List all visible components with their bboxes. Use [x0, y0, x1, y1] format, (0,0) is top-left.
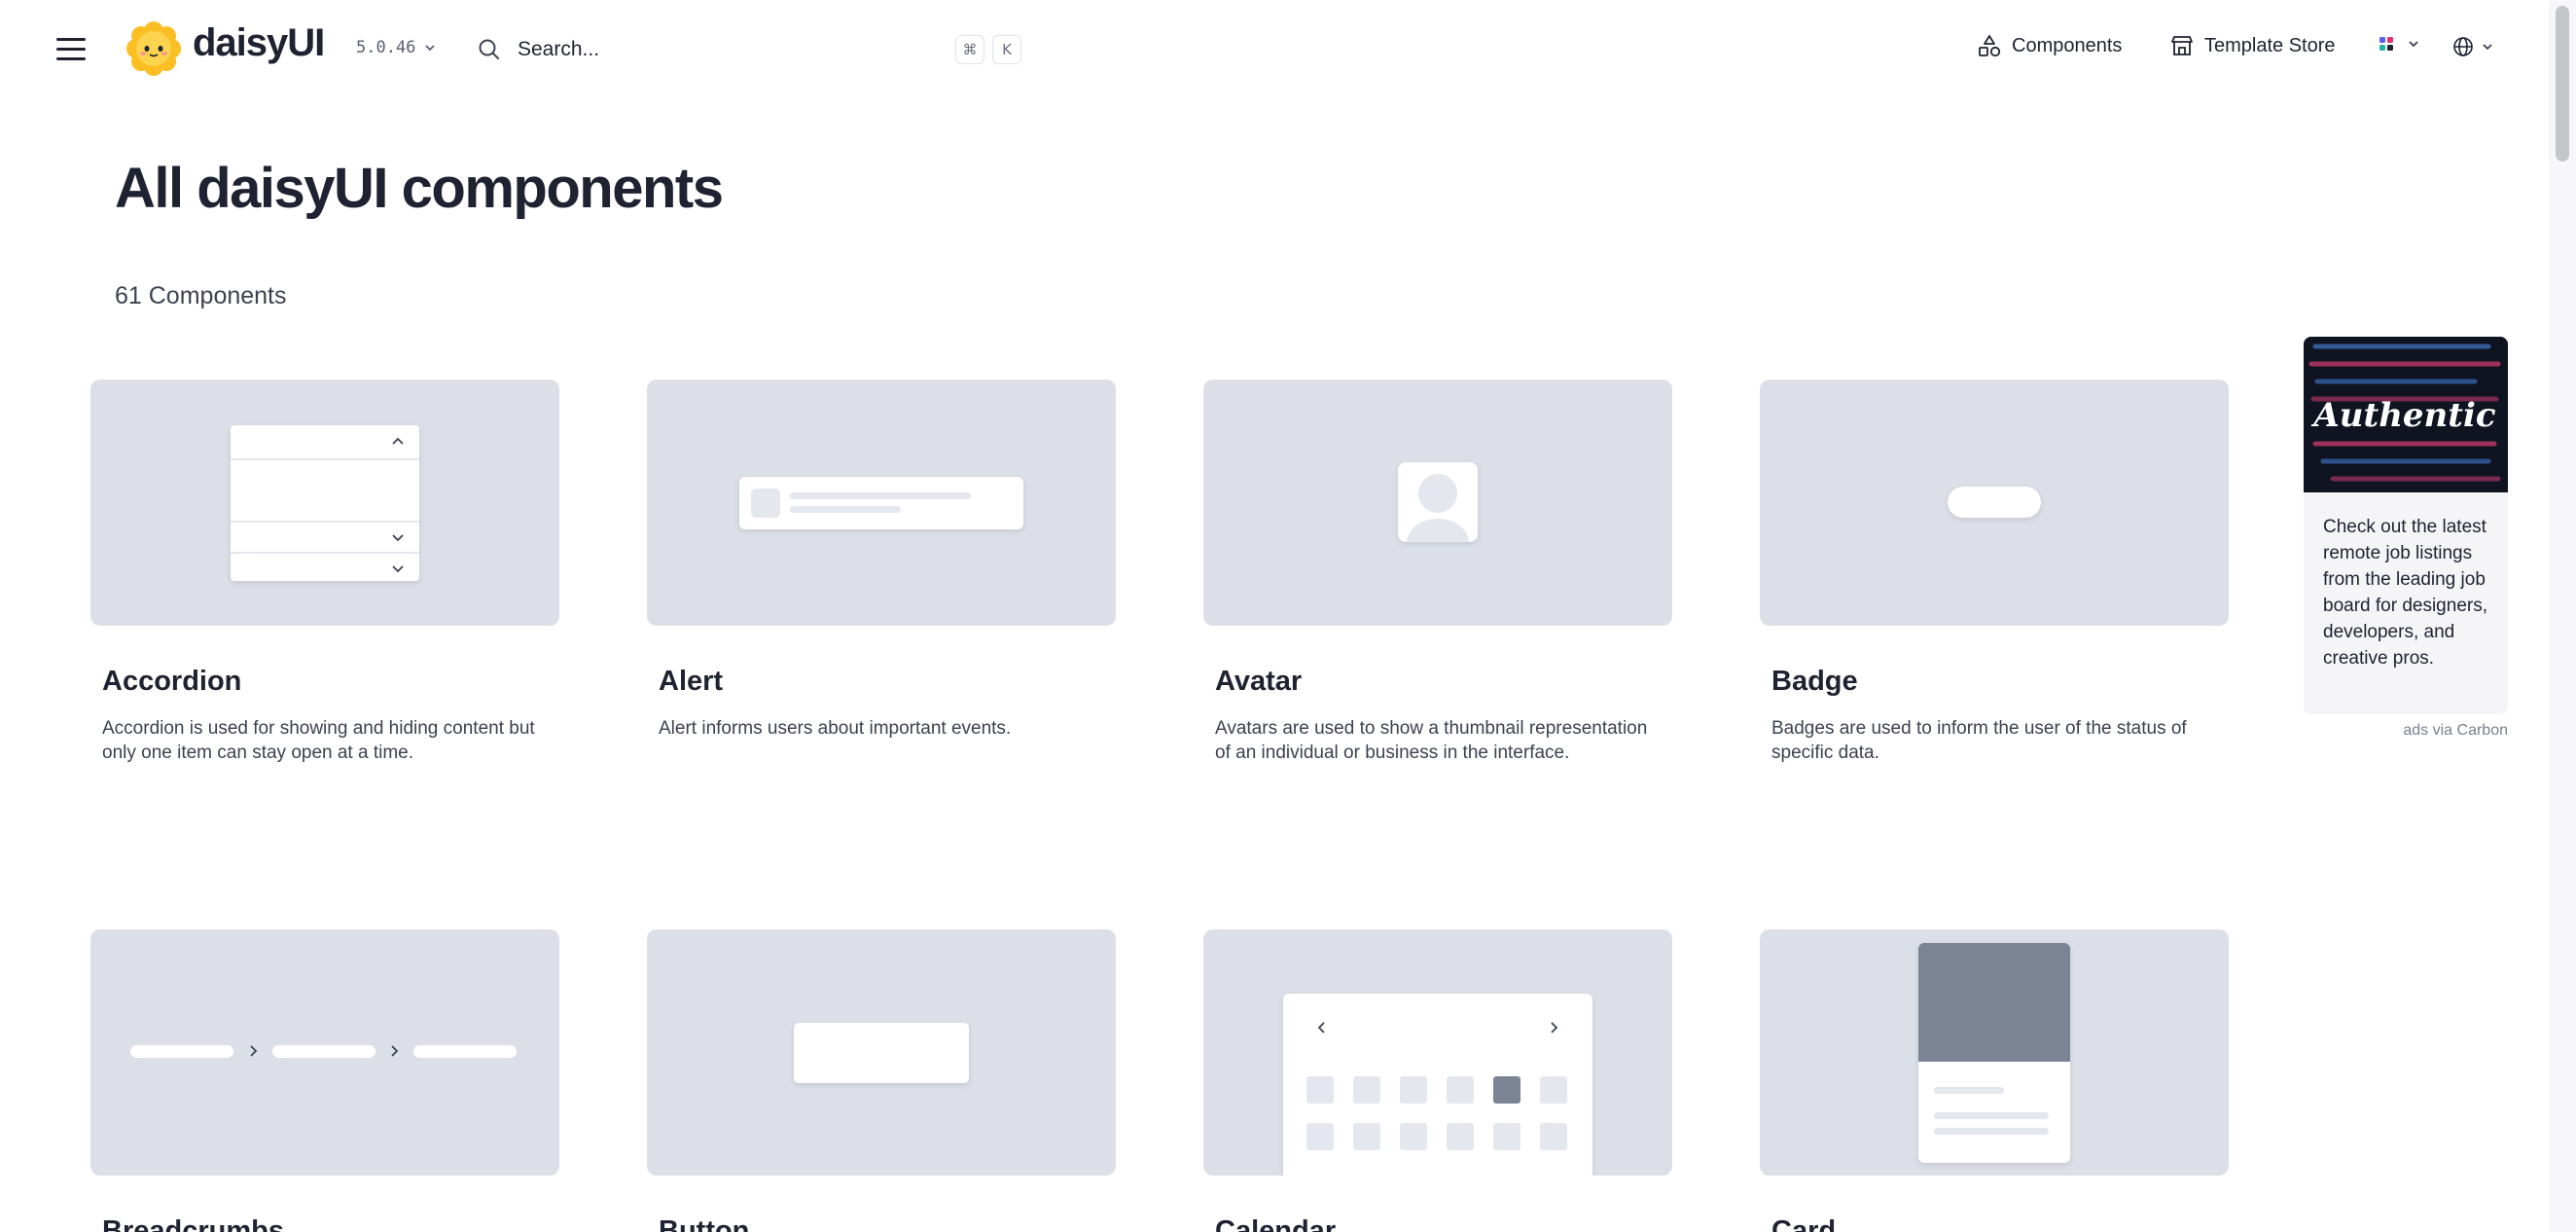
kbd-cmd: ⌘	[955, 35, 984, 64]
ad-via-carbon[interactable]: ads via Carbon	[2374, 722, 2508, 740]
avatar-illustration	[1398, 462, 1478, 542]
scrollbar-thumb[interactable]	[2556, 6, 2569, 162]
ad-image-logo-text: Authentic	[2310, 396, 2495, 435]
search-icon	[479, 39, 499, 59]
calendar-illustration	[1283, 994, 1592, 1176]
calendar-preview[interactable]	[1203, 929, 1672, 1176]
search-placeholder: Search...	[518, 38, 600, 60]
component-card-accordion[interactable]: Accordion Accordion is used for showing …	[90, 380, 559, 763]
component-card-breadcrumbs[interactable]: Breadcrumbs	[90, 929, 559, 1232]
chevron-down-icon	[2409, 41, 2418, 48]
menu-icon[interactable]	[54, 33, 88, 66]
button-illustration	[794, 1023, 969, 1083]
component-card-button[interactable]: Button	[647, 929, 1116, 1232]
card-title[interactable]: Avatar	[1215, 666, 1302, 698]
badge-preview[interactable]	[1760, 380, 2229, 626]
card-preview[interactable]	[1760, 929, 2229, 1176]
alert-preview[interactable]	[647, 380, 1116, 626]
store-icon	[2171, 36, 2193, 55]
globe-icon	[2453, 37, 2473, 56]
component-card-alert[interactable]: Alert Alert informs users about importan…	[647, 380, 1116, 739]
nav-template-store-label: Template Store	[2204, 34, 2336, 56]
theme-switcher[interactable]	[2378, 35, 2420, 53]
version-label: 5.0.46	[356, 38, 416, 57]
badge-illustration	[1948, 487, 2041, 518]
selected-day	[1493, 1076, 1521, 1104]
nav-components-label: Components	[2012, 34, 2123, 56]
ad-code-image: Authentic	[2304, 337, 2508, 492]
top-navbar: daisyUI 5.0.46 Search... ⌘ K Components …	[0, 0, 2549, 99]
chevron-down-icon	[392, 565, 404, 573]
chevron-up-icon	[392, 437, 404, 445]
component-card-card[interactable]: Card	[1760, 929, 2229, 1232]
theme-palette-icon	[2379, 37, 2393, 51]
component-card-avatar[interactable]: Avatar Avatars are used to show a thumbn…	[1203, 380, 1672, 763]
nav-components-link[interactable]: Components	[1977, 33, 2122, 58]
ad-image[interactable]: Authentic	[2304, 337, 2508, 492]
carbon-ad[interactable]: Authentic Check out the latest remote jo…	[2304, 337, 2508, 714]
chevron-down-icon	[425, 45, 436, 52]
language-switcher[interactable]	[2451, 35, 2494, 58]
card-description: Accordion is used for showing and hiding…	[102, 718, 535, 763]
chevron-right-icon	[1551, 1022, 1558, 1033]
card-title[interactable]: Accordion	[102, 666, 241, 698]
card-description: Alert informs users about important even…	[659, 718, 1012, 739]
ad-text[interactable]: Check out the latest remote job listings…	[2304, 492, 2508, 671]
chevron-right-icon	[391, 1045, 399, 1057]
accordion-illustration	[231, 425, 419, 581]
card-title[interactable]: Breadcrumbs	[102, 1215, 284, 1232]
chevron-down-icon	[2483, 44, 2492, 51]
version-dropdown[interactable]: 5.0.46	[356, 38, 437, 57]
breadcrumbs-preview[interactable]	[90, 929, 559, 1176]
brand-name[interactable]: daisyUI	[193, 21, 325, 65]
alert-illustration	[739, 477, 1023, 529]
chevron-down-icon	[392, 534, 404, 542]
breadcrumb-item	[413, 1045, 517, 1058]
card-title[interactable]: Alert	[659, 666, 723, 698]
card-description: Badges are used to inform the user of th…	[1771, 718, 2187, 763]
breadcrumb-item	[272, 1045, 376, 1058]
avatar-preview[interactable]	[1203, 380, 1672, 626]
kbd-k: K	[992, 35, 1021, 64]
chevron-left-icon	[1317, 1022, 1325, 1033]
search-input[interactable]: Search... ⌘ K	[477, 29, 1021, 70]
nav-template-store-link[interactable]: Template Store	[2169, 33, 2336, 58]
card-title[interactable]: Calendar	[1215, 1215, 1336, 1232]
card-description: Avatars are used to show a thumbnail rep…	[1215, 718, 1648, 763]
component-card-calendar[interactable]: Calendar	[1203, 929, 1672, 1232]
component-card-badge[interactable]: Badge Badges are used to inform the user…	[1760, 380, 2229, 763]
card-title[interactable]: Badge	[1771, 666, 1858, 698]
daisyui-logo-icon[interactable]	[125, 19, 183, 78]
page-title: All daisyUI components	[115, 157, 724, 220]
shapes-icon	[1979, 35, 2001, 57]
card-illustration	[1918, 943, 2070, 1163]
card-title[interactable]: Button	[659, 1215, 749, 1232]
breadcrumb-item	[130, 1045, 233, 1058]
card-title[interactable]: Card	[1771, 1215, 1836, 1232]
button-preview[interactable]	[647, 929, 1116, 1176]
page-scrollbar[interactable]	[2549, 0, 2576, 1232]
components-count: 61 Components	[115, 282, 287, 309]
chevron-right-icon	[250, 1045, 258, 1057]
accordion-preview[interactable]	[90, 380, 559, 626]
